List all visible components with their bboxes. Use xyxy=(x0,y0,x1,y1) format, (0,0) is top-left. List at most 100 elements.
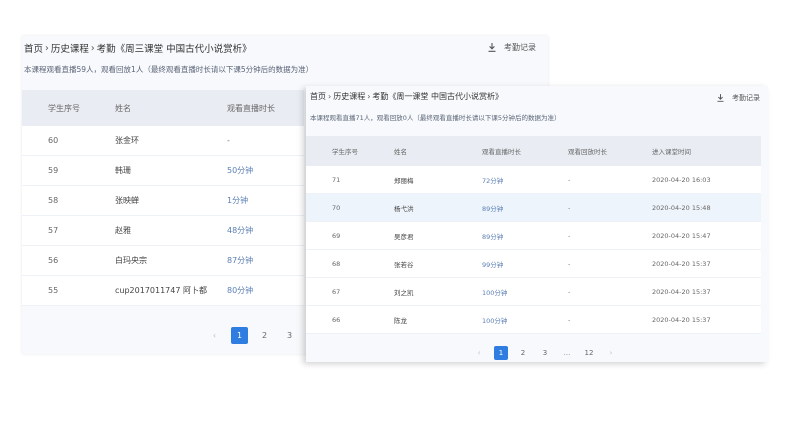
table-row: 68 张若谷 99分钟 - 2020-04-20 15:37 xyxy=(306,250,761,278)
cell-seq: 67 xyxy=(332,287,341,296)
cell-seq: 57 xyxy=(48,226,59,235)
breadcrumb-history[interactable]: 历史课程 xyxy=(51,41,89,55)
breadcrumb-separator: › xyxy=(367,92,371,101)
column-header-entry-time: 进入课堂时间 xyxy=(652,148,691,156)
cell-name: 杨弋洪 xyxy=(394,204,414,213)
attendance-record-label: 考勤记录 xyxy=(504,43,536,52)
pagination: ‹ 1 2 3 xyxy=(206,327,306,344)
cell-name: 白玛央宗 xyxy=(115,256,147,265)
pagination-page-last[interactable]: 12 xyxy=(582,346,596,360)
table-row: 55 cup2017011747 阿卜都 80分钟 xyxy=(22,276,304,306)
table-row: 69 吴彦君 89分钟 - 2020-04-20 15:47 xyxy=(306,222,761,250)
cell-seq: 59 xyxy=(48,166,59,175)
table-row: 67 刘之凯 100分钟 - 2020-04-20 15:37 xyxy=(306,278,761,306)
table-row: 58 张映蝉 1分钟 xyxy=(22,186,304,216)
pagination-prev[interactable]: ‹ xyxy=(472,346,486,360)
pagination-page-3[interactable]: 3 xyxy=(281,327,298,344)
column-header-replay: 观看回放时长 xyxy=(568,148,607,156)
download-icon xyxy=(488,43,496,52)
column-header-duration: 观看直播时长 xyxy=(482,148,521,156)
cell-duration: 100分钟 xyxy=(482,316,508,325)
cell-name: 刘之凯 xyxy=(394,288,414,297)
cell-duration: 100分钟 xyxy=(482,288,508,297)
breadcrumb-separator: › xyxy=(90,42,95,54)
cell-name: cup2017011747 阿卜都 xyxy=(115,286,207,295)
table-header: 学生序号 姓名 观看直播时长 观看回放时长 进入课堂时间 xyxy=(306,136,761,166)
column-header-duration: 观看直播时长 xyxy=(227,103,275,113)
table-header: 学生序号 姓名 观看直播时长 xyxy=(22,90,304,126)
pagination-prev[interactable]: ‹ xyxy=(206,327,223,344)
pagination: ‹ 1 2 3 ... 12 › xyxy=(472,346,626,360)
attendance-panel-monday: 首页 › 历史课程 › 考勤《周一课堂 中国古代小说赏析》 考勤记录 本课程观看… xyxy=(306,86,768,362)
cell-replay: - xyxy=(568,203,571,212)
breadcrumb: 首页 › 历史课程 › 考勤《周三课堂 中国古代小说赏析》 xyxy=(24,41,252,56)
cell-entry-time: 2020-04-20 15:37 xyxy=(652,259,711,268)
cell-seq: 58 xyxy=(48,196,59,205)
pagination-ellipsis: ... xyxy=(563,349,571,357)
cell-entry-time: 2020-04-20 16:03 xyxy=(652,175,711,184)
cell-seq: 66 xyxy=(332,315,341,324)
cell-seq: 71 xyxy=(332,175,341,184)
pagination-page-1[interactable]: 1 xyxy=(231,327,248,344)
cell-duration: 99分钟 xyxy=(482,260,504,269)
attendance-note: 本课程观看直播71人，观看回放0人（最终观看直播时长请以下课5分钟后的数据为准） xyxy=(310,114,561,122)
attendance-record-label: 考勤记录 xyxy=(732,94,760,102)
cell-duration: 89分钟 xyxy=(482,232,504,241)
cell-duration: 89分钟 xyxy=(482,204,504,213)
attendance-record-button[interactable]: 考勤记录 xyxy=(717,93,760,103)
cell-seq: 60 xyxy=(48,136,59,145)
cell-duration: 87分钟 xyxy=(227,256,254,265)
breadcrumb-home[interactable]: 首页 xyxy=(310,91,326,102)
pagination-page-3[interactable]: 3 xyxy=(538,346,552,360)
table-row: 60 张金环 - xyxy=(22,126,304,156)
cell-seq: 69 xyxy=(332,231,341,240)
breadcrumb-home[interactable]: 首页 xyxy=(24,41,43,55)
column-header-name: 姓名 xyxy=(394,148,407,156)
attendance-table: 学生序号 姓名 观看直播时长 观看回放时长 进入课堂时间 71 郑丽梅 72分钟… xyxy=(306,136,761,334)
cell-name: 郑丽梅 xyxy=(394,176,414,185)
pagination-page-1[interactable]: 1 xyxy=(494,346,508,360)
cell-entry-time: 2020-04-20 15:37 xyxy=(652,315,711,324)
cell-name: 张金环 xyxy=(115,136,139,145)
cell-replay: - xyxy=(568,287,571,296)
cell-replay: - xyxy=(568,259,571,268)
cell-duration: 72分钟 xyxy=(482,176,504,185)
cell-seq: 55 xyxy=(48,286,59,295)
breadcrumb: 首页 › 历史课程 › 考勤《周一课堂 中国古代小说赏析》 xyxy=(310,91,503,102)
column-header-seq: 学生序号 xyxy=(48,103,80,113)
cell-replay: - xyxy=(568,175,571,184)
cell-entry-time: 2020-04-20 15:37 xyxy=(652,287,711,296)
cell-name: 张若谷 xyxy=(394,260,414,269)
pagination-page-2[interactable]: 2 xyxy=(516,346,530,360)
cell-entry-time: 2020-04-20 15:48 xyxy=(652,203,711,212)
column-header-seq: 学生序号 xyxy=(332,148,358,156)
attendance-table: 学生序号 姓名 观看直播时长 60 张金环 - 59 韩珊 50分钟 58 张映… xyxy=(22,90,304,306)
cell-name: 韩珊 xyxy=(115,166,131,175)
cell-replay: - xyxy=(568,231,571,240)
cell-duration: - xyxy=(227,136,230,145)
table-row: 56 白玛央宗 87分钟 xyxy=(22,246,304,276)
table-row: 71 郑丽梅 72分钟 - 2020-04-20 16:03 xyxy=(306,166,761,194)
table-row: 57 赵雅 48分钟 xyxy=(22,216,304,246)
breadcrumb-separator: › xyxy=(328,92,332,101)
cell-seq: 56 xyxy=(48,256,59,265)
download-icon xyxy=(717,94,724,102)
breadcrumb-history[interactable]: 历史课程 xyxy=(333,91,365,102)
attendance-note: 本课程观看直播59人，观看回放1人（最终观看直播时长请以下课5分钟后的数据为准） xyxy=(24,65,314,74)
table-row: 66 陈龙 100分钟 - 2020-04-20 15:37 xyxy=(306,306,761,334)
cell-duration: 50分钟 xyxy=(227,166,254,175)
table-row: 70 杨弋洪 89分钟 - 2020-04-20 15:48 xyxy=(306,194,761,222)
table-row: 59 韩珊 50分钟 xyxy=(22,156,304,186)
breadcrumb-current: 考勤《周一课堂 中国古代小说赏析》 xyxy=(372,92,503,101)
attendance-record-button[interactable]: 考勤记录 xyxy=(488,42,536,53)
cell-entry-time: 2020-04-20 15:47 xyxy=(652,231,711,240)
cell-seq: 68 xyxy=(332,259,341,268)
cell-duration: 48分钟 xyxy=(227,226,254,235)
column-header-name: 姓名 xyxy=(115,103,131,113)
pagination-next[interactable]: › xyxy=(604,346,618,360)
pagination-page-2[interactable]: 2 xyxy=(256,327,273,344)
breadcrumb-separator: › xyxy=(45,42,49,54)
cell-seq: 70 xyxy=(332,203,341,212)
cell-name: 陈龙 xyxy=(394,316,407,325)
cell-replay: - xyxy=(568,315,571,324)
